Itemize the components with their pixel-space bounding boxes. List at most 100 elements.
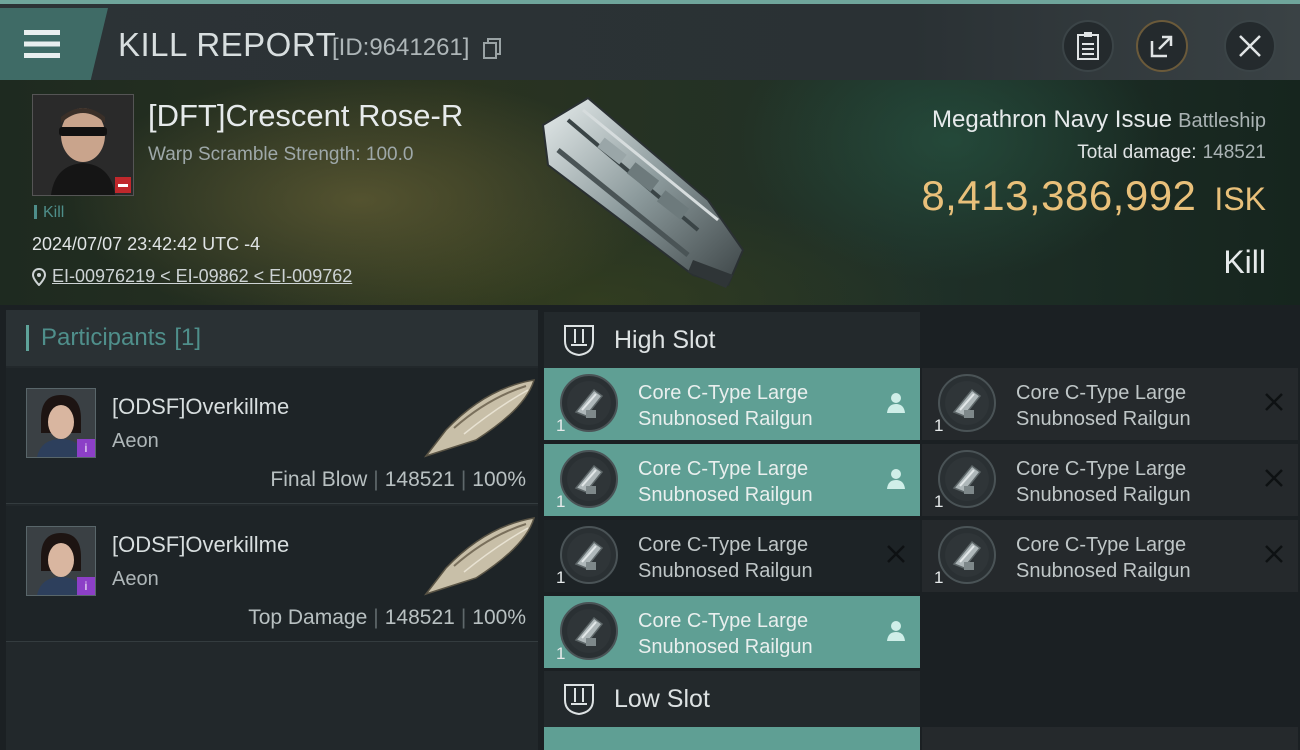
participant-corp: Aeon: [112, 430, 159, 452]
low-slot-module[interactable]: [922, 727, 1298, 750]
location-row[interactable]: EI-00976219 < EI-09862 < EI-009762: [32, 266, 352, 287]
low-slot-icon: [564, 684, 594, 716]
high-slot-header: High Slot: [544, 312, 920, 368]
ship-name-row[interactable]: Megathron Navy Issue Battleship: [932, 106, 1266, 134]
module-tile[interactable]: 1 Core C-Type Large Snubnosed Railgun: [544, 368, 920, 440]
hamburger-icon: [24, 30, 60, 58]
module-tile[interactable]: 1 Core C-Type Large Snubnosed Railgun: [544, 444, 920, 516]
total-damage-value: 148521: [1202, 142, 1266, 163]
destroyed-x-icon: [1265, 545, 1283, 563]
participant-damage: 148521: [384, 468, 455, 491]
module-name: Core C-Type Large Snubnosed Railgun: [1016, 532, 1246, 584]
faction-badge: i: [77, 439, 95, 457]
clipboard-icon: [1077, 32, 1099, 60]
module-quantity: 1: [556, 492, 566, 511]
participant-row[interactable]: i [ODSF]Overkillme Aeon Top Damage | 14852…: [6, 506, 538, 642]
participant-damage: 148521: [384, 606, 455, 629]
battleship-icon[interactable]: [528, 90, 758, 300]
close-button[interactable]: [1224, 20, 1276, 72]
report-button[interactable]: [1062, 20, 1114, 72]
module-name: Core C-Type Large Snubnosed Railgun: [638, 456, 868, 508]
share-button[interactable]: [1136, 20, 1188, 72]
participant-role: Final Blow: [270, 468, 368, 491]
module-name: Core C-Type Large Snubnosed Railgun: [638, 608, 868, 660]
participant-name[interactable]: [ODSF]Overkillme: [112, 394, 289, 420]
participants-panel: Participants [1] i [ODSF]Overkillme Aeon…: [6, 310, 538, 750]
high-slot-icon: [564, 325, 594, 357]
module-name-line1: Core C-Type Large: [638, 458, 809, 480]
ship-name: Megathron Navy Issue: [932, 106, 1173, 133]
participant-name[interactable]: [ODSF]Overkillme: [112, 532, 289, 558]
railgun-icon: [560, 526, 618, 584]
module-name-line2: Snubnosed Railgun: [1016, 560, 1191, 582]
participant-stats: Top Damage | 148521 | 100%: [248, 606, 526, 629]
pilot-icon: [887, 469, 905, 489]
module-tile[interactable]: 1 Core C-Type Large Snubnosed Railgun: [544, 596, 920, 668]
module-name-line2: Snubnosed Railgun: [638, 560, 813, 582]
participants-count: [1]: [174, 324, 202, 351]
pilot-icon: [887, 621, 905, 641]
victim-portrait[interactable]: [32, 94, 134, 196]
victim-name[interactable]: [DFT]Crescent Rose-R: [148, 98, 463, 134]
high-slot-title: High Slot: [614, 325, 716, 354]
copy-icon[interactable]: [482, 38, 502, 60]
pilot-icon: [887, 393, 905, 413]
low-slot-header: Low Slot: [544, 671, 920, 727]
kill-banner: [DFT]Crescent Rose-R Warp Scramble Stren…: [0, 80, 1300, 305]
railgun-icon: [938, 374, 996, 432]
module-name-line1: Core C-Type Large: [1016, 382, 1187, 404]
module-name-line2: Snubnosed Railgun: [638, 636, 813, 658]
page-title: KILL REPORT: [118, 26, 337, 63]
low-slot-module[interactable]: [544, 727, 920, 750]
destroyed-x-icon: [1265, 393, 1283, 411]
module-name: Core C-Type Large Snubnosed Railgun: [638, 532, 868, 584]
isk-unit: ISK: [1214, 181, 1266, 217]
attacker-ship-icon[interactable]: [416, 378, 536, 458]
close-icon: [1239, 35, 1261, 57]
isk-value: 8,413,386,992: [921, 172, 1197, 219]
module-tile[interactable]: 1 Core C-Type Large Snubnosed Railgun: [922, 520, 1298, 592]
railgun-icon: [560, 374, 618, 432]
participants-title: Participants: [41, 324, 167, 351]
kill-result: Kill: [1223, 244, 1266, 280]
total-damage-label: Total damage:: [1077, 142, 1197, 163]
kill-tag: Kill: [34, 204, 64, 222]
participants-accent-bar: [26, 325, 29, 351]
participant-percent: 100%: [472, 468, 526, 491]
module-quantity: 1: [556, 416, 566, 435]
module-quantity: 1: [934, 492, 944, 511]
report-id: [ID:9641261]: [332, 34, 470, 61]
menu-button[interactable]: [0, 8, 108, 80]
railgun-icon: [938, 450, 996, 508]
module-name-line2: Snubnosed Railgun: [1016, 484, 1191, 506]
railgun-icon: [560, 450, 618, 508]
module-name-line1: Core C-Type Large: [638, 382, 809, 404]
participant-corp: Aeon: [112, 568, 159, 590]
module-tile[interactable]: 1 Core C-Type Large Snubnosed Railgun: [544, 520, 920, 592]
destroyed-x-icon: [1265, 469, 1283, 487]
location-pin-icon: [32, 267, 46, 286]
total-damage-row: Total damage: 148521: [1077, 142, 1266, 164]
participant-portrait[interactable]: i: [26, 526, 96, 596]
warp-scramble-strength: Warp Scramble Strength: 100.0: [148, 144, 414, 165]
module-name-line2: Snubnosed Railgun: [638, 408, 813, 430]
module-name-line1: Core C-Type Large: [1016, 458, 1187, 480]
railgun-icon: [938, 526, 996, 584]
participant-row[interactable]: i [ODSF]Overkillme Aeon Final Blow | 14852…: [6, 368, 538, 504]
module-name-line1: Core C-Type Large: [638, 534, 809, 556]
module-tile[interactable]: 1 Core C-Type Large Snubnosed Railgun: [922, 444, 1298, 516]
participants-header: Participants [1]: [6, 310, 538, 366]
participant-percent: 100%: [472, 606, 526, 629]
module-name-line1: Core C-Type Large: [1016, 534, 1187, 556]
low-slot-title: Low Slot: [614, 684, 710, 713]
module-name: Core C-Type Large Snubnosed Railgun: [1016, 456, 1246, 508]
hostile-badge: [115, 177, 131, 193]
ship-class: Battleship: [1178, 110, 1266, 132]
participant-portrait[interactable]: i: [26, 388, 96, 458]
share-icon: [1150, 35, 1173, 58]
isk-value-row: 8,413,386,992 ISK: [921, 172, 1266, 220]
module-quantity: 1: [934, 568, 944, 587]
location-link[interactable]: EI-00976219 < EI-09862 < EI-009762: [52, 266, 352, 287]
module-tile[interactable]: 1 Core C-Type Large Snubnosed Railgun: [922, 368, 1298, 440]
attacker-ship-icon[interactable]: [416, 516, 536, 596]
